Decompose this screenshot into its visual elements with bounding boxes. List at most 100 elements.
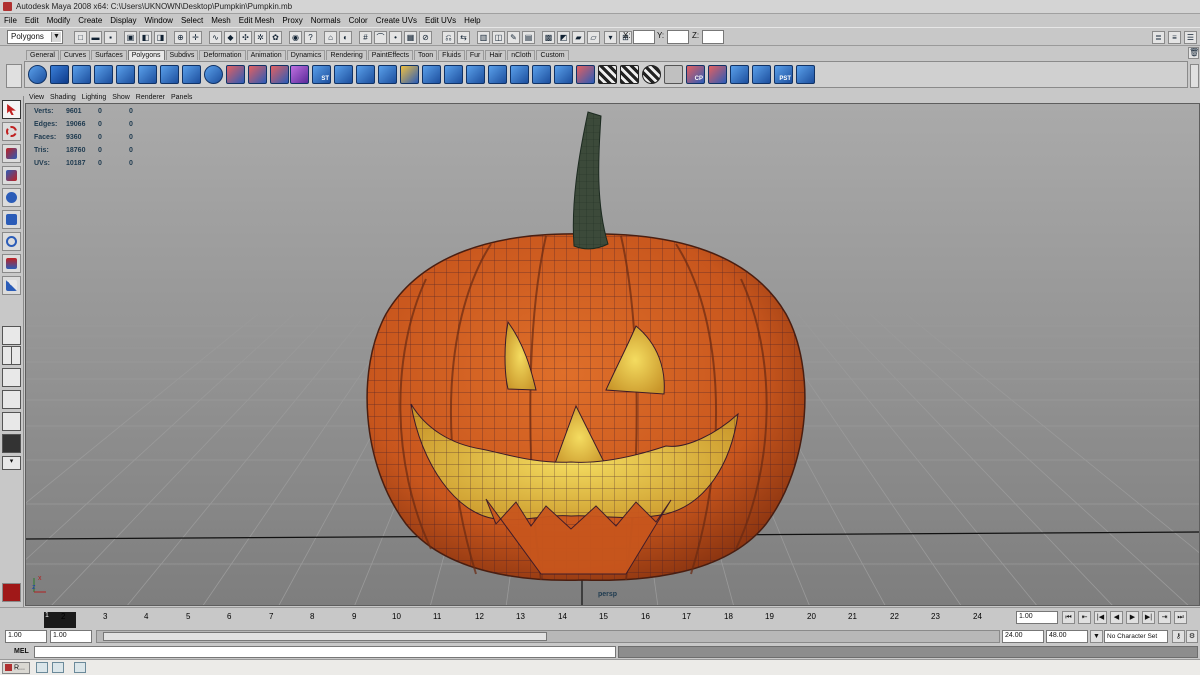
bevel-icon[interactable] [532,65,551,84]
snap-point-icon[interactable]: • [389,31,402,44]
shelf-tab-curves[interactable]: Curves [59,50,91,60]
layout-menu-button[interactable]: ▾ [2,456,21,470]
deform-mask-icon[interactable]: ✣ [239,31,252,44]
input-line-menu-icon[interactable]: ▾ [604,31,617,44]
step-back-frame-button[interactable]: |◀ [1094,611,1107,624]
pst-tool-icon[interactable]: PST [774,65,793,84]
curve-mask-icon[interactable]: ∿ [209,31,222,44]
menu-proxy[interactable]: Proxy [282,16,302,25]
step-forward-key-button[interactable]: ⇥ [1158,611,1171,624]
menu-create-uvs[interactable]: Create UVs [376,16,417,25]
shelf-tab-custom[interactable]: Custom [536,50,569,60]
spherical-map-icon[interactable] [642,65,661,84]
shelf-tab-ncloth[interactable]: nCloth [507,50,536,60]
layout-render-button[interactable] [2,434,21,453]
x-field[interactable] [633,30,655,44]
menu-mesh[interactable]: Mesh [211,16,231,25]
extrude-icon[interactable] [334,65,353,84]
shelf-tab-dynamics[interactable]: Dynamics [286,50,326,60]
taskbar-maya-button[interactable]: R... [2,662,30,674]
end-time-field[interactable]: 48.00 [1046,630,1088,643]
command-language-label[interactable]: MEL [14,648,29,655]
shelf-tab-fluids[interactable]: Fluids [438,50,465,60]
mirror-icon[interactable] [796,65,815,84]
layout-persp-outliner-button[interactable] [2,368,21,387]
paint-select-tool-button[interactable] [2,144,21,163]
smooth-icon[interactable] [290,65,309,84]
separate-icon[interactable] [248,65,267,84]
poly-cylinder-icon[interactable] [72,65,91,84]
question-icon[interactable]: ? [304,31,317,44]
poly-pyramid-icon[interactable] [182,65,201,84]
combine-icon[interactable] [226,65,245,84]
shelf-tab-deformation[interactable]: Deformation [199,50,246,60]
trash-icon[interactable]: 🗑 [1188,47,1199,59]
highlight-selection-icon[interactable]: ◐ [339,31,352,44]
channel-box-icon[interactable]: ≣ [1152,31,1165,44]
playback-start-field[interactable]: 1.00 [50,630,92,643]
make-live-icon[interactable]: ⊘ [419,31,432,44]
poly-plane-icon[interactable] [116,65,135,84]
menu-edit-uvs[interactable]: Edit UVs [425,16,456,25]
offset-edge-loop-icon[interactable] [466,65,485,84]
restore-window-icon[interactable] [36,662,48,673]
joint-mask-icon[interactable]: ✛ [189,31,202,44]
insert-edge-loop-icon[interactable] [444,65,463,84]
open-scene-icon[interactable]: ▬ [89,31,102,44]
range-slider-handle[interactable] [103,632,547,641]
boolean-icon[interactable] [270,65,289,84]
select-by-object-icon[interactable]: ◧ [139,31,152,44]
chevron-down-icon[interactable]: ▼ [1090,630,1103,643]
menu-edit[interactable]: Edit [25,16,39,25]
menu-select[interactable]: Select [181,16,203,25]
step-back-key-button[interactable]: ⇤ [1078,611,1091,624]
go-to-start-button[interactable]: ⏮ [1062,611,1075,624]
shelf-tab-animation[interactable]: Animation [246,50,286,60]
poly-prism-icon[interactable] [160,65,179,84]
maximize-window-icon[interactable] [52,662,64,673]
st-tool-icon[interactable]: ST [312,65,331,84]
layout-hypershade-button[interactable] [2,412,21,431]
shelf-scroll-button[interactable] [1190,64,1199,88]
poly-cube-icon[interactable] [50,65,69,84]
panel-menu-view[interactable]: View [29,94,44,101]
render-frame-icon[interactable]: ◫ [492,31,505,44]
snap-curve-icon[interactable]: ⌒ [374,31,387,44]
split-polygon-icon[interactable] [422,65,441,84]
show-manipulator-button[interactable] [2,276,21,295]
render-view-icon[interactable]: ▥ [477,31,490,44]
duplicate-face-icon[interactable] [752,65,771,84]
panel-menu-panels[interactable]: Panels [171,94,192,101]
shelf-tab-subdivs[interactable]: Subdivs [165,50,199,60]
shelf-tab-hair[interactable]: Hair [485,50,507,60]
panel-menu-shading[interactable]: Shading [50,94,76,101]
universal-manipulator-button[interactable] [2,232,21,251]
poly-torus-icon[interactable] [138,65,157,84]
clapper-icon[interactable]: ▰ [572,31,585,44]
command-input[interactable] [34,646,616,658]
render-settings-icon[interactable]: ◩ [557,31,570,44]
history-icon[interactable]: ⎌ [442,31,455,44]
move-tool-button[interactable] [2,166,21,185]
layout-persp-graph-button[interactable] [2,390,21,409]
shelf-tab-general[interactable]: General [26,50,59,60]
shelf-tab-fur[interactable]: Fur [465,50,485,60]
rotate-tool-button[interactable] [2,188,21,207]
shelf-tab-polygons[interactable]: Polygons [127,50,165,60]
close-window-icon[interactable] [74,662,86,673]
cut-faces-icon[interactable] [730,65,749,84]
soft-modification-button[interactable] [2,254,21,273]
current-frame-indicator[interactable]: 1 [44,612,76,628]
panel-menu-renderer[interactable]: Renderer [136,94,165,101]
shelf-tab-painteffects[interactable]: PaintEffects [367,50,413,60]
surface-mask-icon[interactable]: ◆ [224,31,237,44]
shelf-tab-surfaces[interactable]: Surfaces [91,50,127,60]
menu-file[interactable]: File [4,16,17,25]
sculpt-icon[interactable] [708,65,727,84]
wedge-icon[interactable] [554,65,573,84]
go-to-end-button[interactable]: ⏭ [1174,611,1187,624]
shelf-tab-toon[interactable]: Toon [413,50,438,60]
play-backwards-button[interactable]: ◀ [1110,611,1123,624]
select-by-hierarchy-icon[interactable]: ▣ [124,31,137,44]
bridge-icon[interactable] [356,65,375,84]
